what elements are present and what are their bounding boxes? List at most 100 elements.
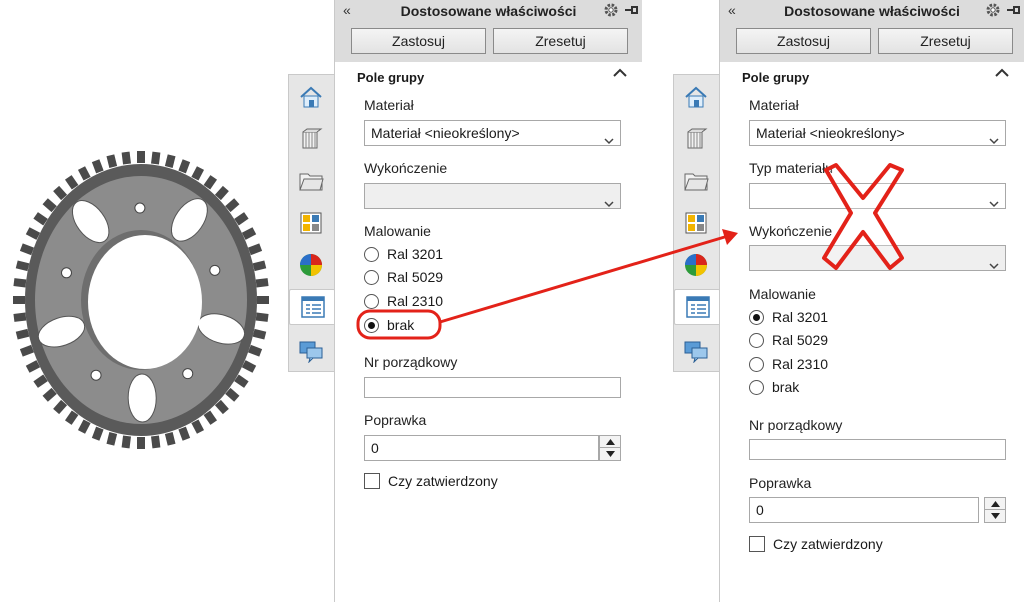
gear-icon[interactable] (602, 1, 620, 24)
radio-label: Ral 5029 (772, 332, 829, 348)
order-number-input[interactable] (364, 377, 621, 398)
material-value: Materiał <nieokreślony> (756, 125, 905, 141)
appearance-icon[interactable] (293, 247, 329, 283)
material-dropdown[interactable]: Materiał <nieokreślony> (749, 120, 1006, 146)
finish-label: Wykończenie (749, 223, 833, 239)
checkbox-box[interactable] (749, 536, 765, 552)
spin-down-icon[interactable] (985, 510, 1005, 522)
checkbox-box[interactable] (364, 473, 380, 489)
folder-icon[interactable] (678, 163, 714, 199)
spin-up-icon[interactable] (985, 498, 1005, 510)
painting-label: Malowanie (364, 223, 431, 239)
approved-label: Czy zatwierdzony (388, 473, 498, 489)
revision-input[interactable]: 0 (749, 497, 979, 523)
painting-radio-ral-3201[interactable]: Ral 3201 (364, 245, 443, 263)
custom-properties-panel-before: « Dostosowane właściwości Zastosuj Zrese… (334, 0, 642, 602)
action-button-bar: Zastosuj Zresetuj (720, 22, 1024, 62)
material-label: Materiał (364, 97, 414, 113)
material-type-dropdown[interactable] (749, 183, 1006, 209)
painting-radio-ral-2310[interactable]: Ral 2310 (749, 355, 828, 373)
books-icon[interactable] (293, 121, 329, 157)
radio-label: Ral 3201 (387, 246, 444, 262)
screenshot-stage: « Dostosowane właściwości Zastosuj Zrese… (0, 0, 1024, 602)
material-dropdown[interactable]: Materiał <nieokreślony> (364, 120, 621, 146)
order-number-label: Nr porządkowy (749, 417, 843, 433)
sprocket-model-image (13, 151, 269, 449)
painting-radio-ral-5029[interactable]: Ral 5029 (364, 268, 443, 286)
chevron-down-icon (989, 191, 999, 215)
radio-label: Ral 2310 (772, 356, 829, 372)
revision-input[interactable]: 0 (364, 435, 599, 461)
panel-title: Dostosowane właściwości (784, 3, 960, 19)
chevron-down-icon (604, 191, 614, 215)
painting-radio-ral-2310[interactable]: Ral 2310 (364, 292, 443, 310)
chevron-up-icon[interactable] (994, 66, 1010, 85)
spin-up-icon[interactable] (600, 436, 620, 448)
radio-button[interactable] (364, 293, 379, 309)
radio-label: Ral 5029 (387, 269, 444, 285)
comments-icon[interactable] (293, 333, 329, 369)
painting-radio-ral-3201[interactable]: Ral 3201 (749, 308, 828, 326)
apply-button[interactable]: Zastosuj (351, 28, 486, 54)
panel-titlebar: « Dostosowane właściwości (335, 0, 642, 22)
radio-button[interactable] (749, 356, 764, 372)
chevron-down-icon (989, 128, 999, 152)
material-label: Materiał (749, 97, 799, 113)
radio-label: Ral 2310 (387, 293, 444, 309)
group-title: Pole grupy (357, 70, 425, 85)
finish-dropdown[interactable] (749, 245, 1006, 271)
order-number-input[interactable] (749, 439, 1006, 460)
action-button-bar: Zastosuj Zresetuj (335, 22, 642, 62)
material-type-label: Typ materiału (749, 160, 834, 176)
radio-button[interactable] (749, 379, 764, 395)
finish-dropdown[interactable] (364, 183, 621, 209)
painting-radio-brak[interactable]: brak (364, 316, 414, 334)
approved-label: Czy zatwierdzony (773, 536, 883, 552)
appearance-icon[interactable] (678, 247, 714, 283)
radio-button[interactable] (364, 269, 379, 285)
chevron-down-icon (604, 128, 614, 152)
panel-title: Dostosowane właściwości (400, 3, 577, 19)
radio-button-selected[interactable] (749, 309, 764, 325)
revision-label: Poprawka (749, 475, 812, 491)
group-title: Pole grupy (742, 70, 810, 85)
radio-label: brak (772, 379, 800, 395)
reset-button[interactable]: Zresetuj (878, 28, 1013, 54)
books-icon[interactable] (678, 121, 714, 157)
pin-icon[interactable] (624, 3, 640, 22)
radio-button[interactable] (364, 246, 379, 262)
radio-label: brak (387, 317, 415, 333)
task-pane-tabs-left (288, 74, 335, 372)
gear-icon[interactable] (984, 1, 1002, 24)
radio-button[interactable] (749, 332, 764, 348)
panel-titlebar: « Dostosowane właściwości (720, 0, 1024, 22)
chevron-down-icon (989, 253, 999, 277)
revision-spinner[interactable] (599, 435, 621, 461)
reset-button[interactable]: Zresetuj (493, 28, 628, 54)
pin-icon[interactable] (1006, 3, 1022, 22)
revision-spinner[interactable] (984, 497, 1006, 523)
approved-checkbox[interactable]: Czy zatwierdzony (749, 536, 883, 552)
radio-button-selected[interactable] (364, 317, 379, 333)
material-value: Materiał <nieokreślony> (371, 125, 520, 141)
home-icon[interactable] (678, 79, 714, 115)
comments-icon[interactable] (678, 333, 714, 369)
finish-label: Wykończenie (364, 160, 448, 176)
radio-label: Ral 3201 (772, 309, 829, 325)
painting-radio-brak[interactable]: brak (749, 378, 799, 396)
apply-button[interactable]: Zastosuj (736, 28, 871, 54)
order-number-label: Nr porządkowy (364, 354, 458, 370)
painting-radio-ral-5029[interactable]: Ral 5029 (749, 331, 828, 349)
home-icon[interactable] (293, 79, 329, 115)
custom-properties-panel-after: « Dostosowane właściwości Zastosuj Zrese… (719, 0, 1024, 602)
task-pane-tabs-right (673, 74, 720, 372)
approved-checkbox[interactable]: Czy zatwierdzony (364, 473, 498, 489)
chevron-up-icon[interactable] (612, 66, 628, 85)
design-library-icon[interactable] (293, 205, 329, 241)
custom-properties-icon[interactable] (289, 289, 335, 325)
spin-down-icon[interactable] (600, 448, 620, 460)
folder-icon[interactable] (293, 163, 329, 199)
painting-label: Malowanie (749, 286, 816, 302)
design-library-icon[interactable] (678, 205, 714, 241)
custom-properties-icon[interactable] (674, 289, 720, 325)
